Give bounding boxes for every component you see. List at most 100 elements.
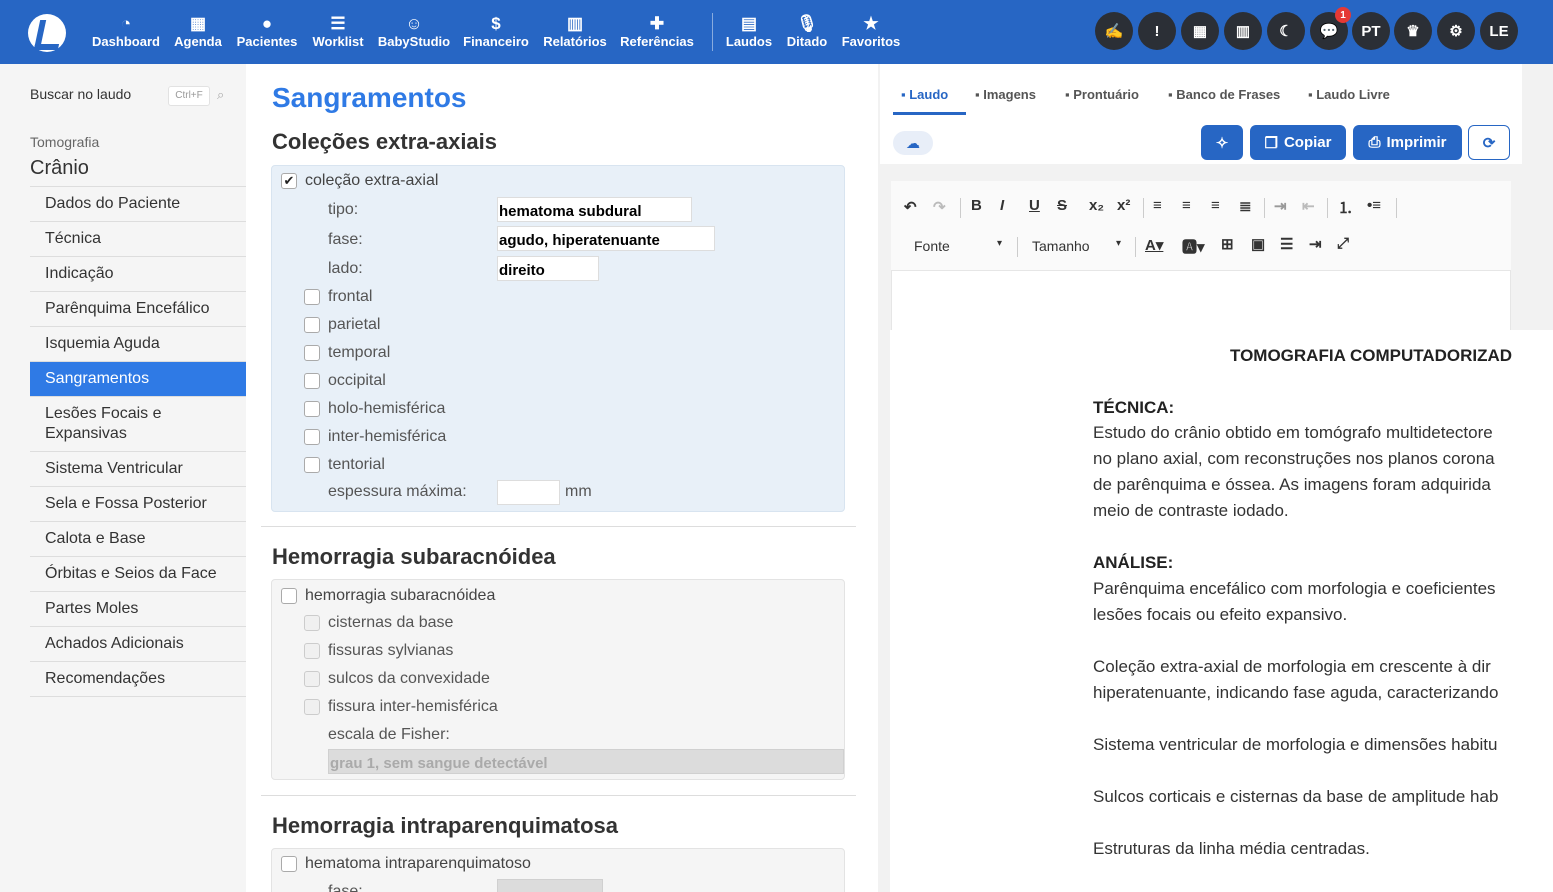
colecao-checkbox-row[interactable]: ✔ coleção extra-axial bbox=[281, 172, 438, 190]
location-checkbox[interactable] bbox=[304, 317, 320, 333]
justify-icon[interactable]: ≣ bbox=[1239, 197, 1252, 215]
sidebar-item[interactable]: Sistema Ventricular bbox=[30, 452, 246, 487]
font-select[interactable]: Fonte bbox=[914, 238, 950, 254]
building-icon[interactable]: ▥ bbox=[1224, 12, 1262, 50]
sidebar-item[interactable]: Órbitas e Seios da Face bbox=[30, 557, 246, 592]
tab-imagens[interactable]: ▪ Imagens bbox=[975, 87, 1036, 102]
sidebar-item[interactable]: Técnica bbox=[30, 222, 246, 257]
hsa-checkbox[interactable] bbox=[281, 588, 297, 604]
hip-checkbox-row[interactable]: hematoma intraparenquimatoso bbox=[281, 855, 531, 873]
outdent-icon[interactable]: ⇤ bbox=[1302, 197, 1315, 215]
sidebar-item[interactable]: Achados Adicionais bbox=[30, 627, 246, 662]
superscript-icon[interactable]: x² bbox=[1117, 197, 1130, 214]
tab-prontuário[interactable]: ▪ Prontuário bbox=[1065, 87, 1139, 102]
copy-button[interactable]: ❐ Copiar bbox=[1250, 125, 1346, 160]
magic-wand-button[interactable]: ✧ bbox=[1201, 125, 1243, 160]
hip-fase-select[interactable] bbox=[497, 879, 603, 892]
ordered-list-icon[interactable]: ⒈ bbox=[1338, 197, 1353, 218]
location-checkbox-row[interactable]: frontal bbox=[304, 288, 372, 306]
size-select[interactable]: Tamanho bbox=[1032, 238, 1090, 254]
signature-icon[interactable]: ✍ bbox=[1095, 12, 1133, 50]
unordered-list-icon[interactable]: •≡ bbox=[1367, 197, 1381, 214]
location-checkbox[interactable] bbox=[304, 373, 320, 389]
sidebar-item[interactable]: Dados do Paciente bbox=[30, 187, 246, 222]
tipo-select[interactable]: hematoma subdural bbox=[497, 197, 692, 222]
hsa-location-checkbox[interactable] bbox=[304, 699, 320, 715]
hsa-location-row[interactable]: fissuras sylvianas bbox=[304, 642, 453, 660]
image-icon[interactable]: ▣ bbox=[1251, 235, 1265, 253]
hsa-checkbox-row[interactable]: hemorragia subaracnóidea bbox=[281, 587, 495, 605]
strikethrough-icon[interactable]: S bbox=[1057, 197, 1067, 214]
sidebar-item[interactable]: Sela e Fossa Posterior bbox=[30, 487, 246, 522]
tab-laudo[interactable]: ▪ Laudo bbox=[901, 87, 948, 102]
sidebar-item[interactable]: Sangramentos bbox=[30, 362, 246, 397]
fisher-select[interactable]: grau 1, sem sangue detectável bbox=[328, 749, 844, 774]
nav-babystudio[interactable]: ☺ BabyStudio bbox=[369, 14, 459, 54]
location-checkbox[interactable] bbox=[304, 345, 320, 361]
fullscreen-icon[interactable]: ⤢ bbox=[1337, 235, 1349, 252]
align-center-icon[interactable]: ≡ bbox=[1182, 197, 1191, 214]
sidebar-item[interactable]: Indicação bbox=[30, 257, 246, 292]
report-document[interactable] bbox=[890, 330, 1553, 892]
table-icon[interactable]: ⊞ bbox=[1221, 235, 1234, 253]
user-avatar[interactable]: LE bbox=[1480, 12, 1518, 50]
redo-icon[interactable]: ↷ bbox=[933, 198, 946, 216]
lado-select[interactable]: direito bbox=[497, 256, 599, 281]
alert-icon[interactable]: ! bbox=[1138, 12, 1176, 50]
highlight-color-icon[interactable]: 🅰▾ bbox=[1182, 236, 1205, 257]
page-break-icon[interactable]: ⇥ bbox=[1309, 235, 1322, 253]
nav-relatórios[interactable]: ▥ Relatórios bbox=[530, 14, 620, 54]
gear-icon[interactable]: ⚙ bbox=[1437, 12, 1475, 50]
print-button[interactable]: ⎙ Imprimir bbox=[1353, 125, 1462, 160]
nav-financeiro[interactable]: $ Financeiro bbox=[451, 14, 541, 54]
tab-banco-de-frases[interactable]: ▪ Banco de Frases bbox=[1168, 87, 1280, 102]
sidebar-item[interactable]: Lesões Focais e Expansivas bbox=[30, 397, 246, 452]
location-checkbox-row[interactable]: holo-hemisférica bbox=[304, 400, 445, 418]
search-icon[interactable]: ⌕ bbox=[217, 87, 224, 103]
sidebar-item[interactable]: Isquemia Aguda bbox=[30, 327, 246, 362]
location-checkbox-row[interactable]: inter-hemisférica bbox=[304, 428, 446, 446]
espessura-input[interactable] bbox=[497, 480, 560, 505]
calendar-icon[interactable]: ▦ bbox=[1181, 12, 1219, 50]
location-checkbox-row[interactable]: temporal bbox=[304, 344, 390, 362]
underline-icon[interactable]: U bbox=[1029, 197, 1040, 214]
hsa-location-checkbox[interactable] bbox=[304, 643, 320, 659]
location-checkbox-row[interactable]: tentorial bbox=[304, 456, 385, 474]
hsa-location-checkbox[interactable] bbox=[304, 615, 320, 631]
sidebar-item[interactable]: Recomendações bbox=[30, 662, 246, 697]
hsa-location-row[interactable]: fissura inter-hemisférica bbox=[304, 698, 498, 716]
nav-referências[interactable]: ✚ Referências bbox=[612, 14, 702, 54]
italic-icon[interactable]: I bbox=[1000, 197, 1004, 214]
bold-icon[interactable]: B bbox=[971, 197, 982, 214]
moon-icon[interactable]: ☾ bbox=[1267, 12, 1305, 50]
hip-checkbox[interactable] bbox=[281, 856, 297, 872]
location-checkbox[interactable] bbox=[304, 401, 320, 417]
search-label[interactable]: Buscar no laudo bbox=[30, 86, 131, 102]
colecao-checkbox[interactable]: ✔ bbox=[281, 173, 297, 189]
align-right-icon[interactable]: ≡ bbox=[1211, 197, 1220, 214]
chat-icon[interactable]: 💬 1 bbox=[1310, 7, 1351, 50]
crown-icon[interactable]: ♛ bbox=[1394, 12, 1432, 50]
indent-icon[interactable]: ⇥ bbox=[1274, 197, 1287, 215]
location-checkbox[interactable] bbox=[304, 429, 320, 445]
tab-laudo-livre[interactable]: ▪ Laudo Livre bbox=[1308, 87, 1390, 102]
hsa-location-row[interactable]: sulcos da convexidade bbox=[304, 670, 490, 688]
sidebar-item[interactable]: Parênquima Encefálico bbox=[30, 292, 246, 327]
undo-icon[interactable]: ↶ bbox=[904, 198, 917, 216]
cloud-upload-icon[interactable]: ☁ bbox=[893, 131, 933, 155]
text-color-icon[interactable]: A▾ bbox=[1145, 236, 1163, 254]
horizontal-rule-icon[interactable]: ☰ bbox=[1280, 235, 1293, 253]
fase-select[interactable]: agudo, hiperatenuante bbox=[497, 226, 715, 251]
language-button[interactable]: PT bbox=[1352, 12, 1390, 50]
hsa-location-row[interactable]: cisternas da base bbox=[304, 614, 453, 632]
sidebar-item[interactable]: Calota e Base bbox=[30, 522, 246, 557]
align-left-icon[interactable]: ≡ bbox=[1153, 197, 1162, 214]
app-logo[interactable] bbox=[28, 14, 66, 52]
location-checkbox-row[interactable]: parietal bbox=[304, 316, 380, 334]
sidebar-item[interactable]: Partes Moles bbox=[30, 592, 246, 627]
location-checkbox-row[interactable]: occipital bbox=[304, 372, 386, 390]
location-checkbox[interactable] bbox=[304, 457, 320, 473]
nav-favoritos[interactable]: ★ Favoritos bbox=[826, 14, 916, 54]
hsa-location-checkbox[interactable] bbox=[304, 671, 320, 687]
refresh-button[interactable]: ⟳ bbox=[1468, 125, 1510, 160]
